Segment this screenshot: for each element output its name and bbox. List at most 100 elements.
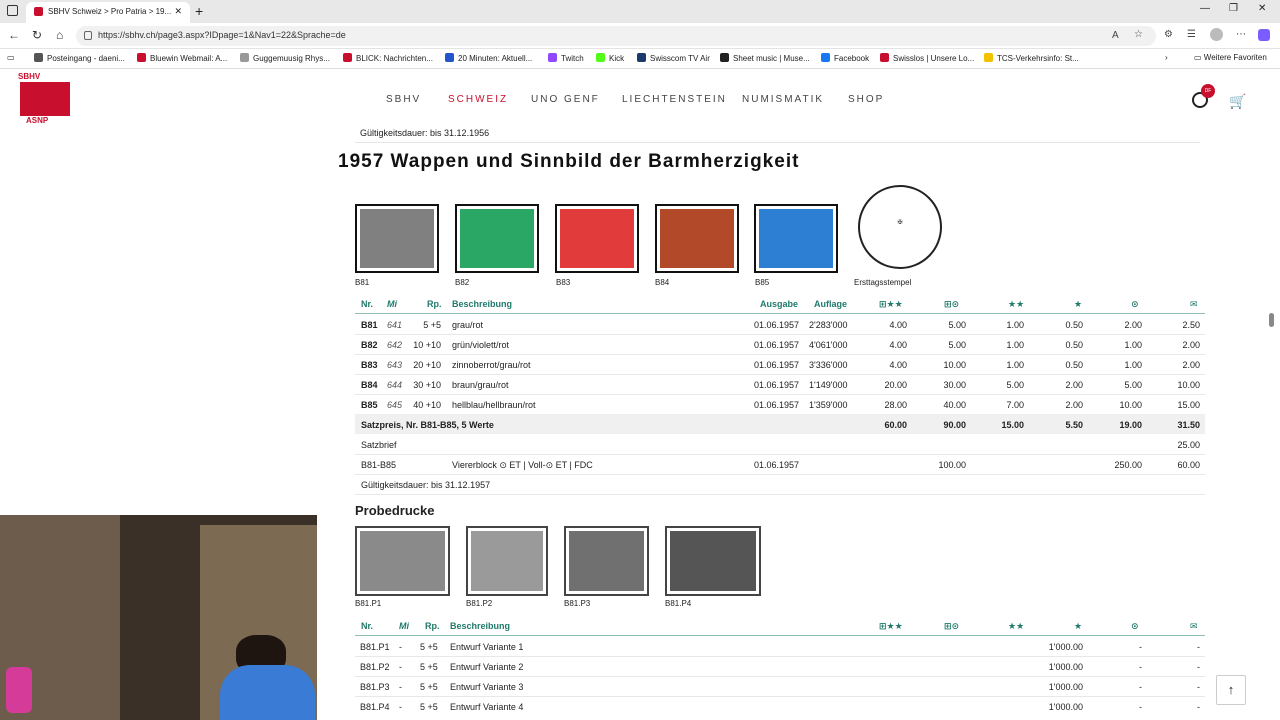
cart-icon[interactable]: 🛒 xyxy=(1229,93,1246,110)
arrow-up-icon: ↑ xyxy=(1227,682,1235,697)
cell-nr: B85 xyxy=(361,400,378,410)
cell-price: 7.00 xyxy=(1006,400,1024,410)
bookmark-10[interactable]: Swisslos | Unsere Lo... xyxy=(880,53,974,63)
nav-shop[interactable]: SHOP xyxy=(848,94,884,105)
cell-price: 2.00 xyxy=(1124,320,1142,330)
tab-actions-icon[interactable] xyxy=(7,5,18,16)
first-day-seal-image[interactable]: ✠ xyxy=(858,185,942,269)
block-price: 60.00 xyxy=(1177,460,1200,470)
cell-price: 0.50 xyxy=(1065,320,1083,330)
stamp-label: B84 xyxy=(655,278,670,287)
url-field[interactable]: https://sbhv.ch/page3.aspx?IDpage=1&Nav1… xyxy=(76,26,1156,46)
maximize-icon[interactable]: ❐ xyxy=(1229,3,1238,14)
cell-rp: 40 +10 xyxy=(413,400,441,410)
bookmark-2[interactable]: Guggemuusig Rhys... xyxy=(240,53,330,63)
sbhv-logo[interactable]: SBHV ASNP xyxy=(18,72,72,126)
minimize-icon[interactable]: — xyxy=(1200,3,1210,14)
seal-graphic: ✠ xyxy=(897,220,903,226)
cell-auflage: 2'283'000 xyxy=(809,320,848,330)
bookmark-icon xyxy=(548,53,557,62)
nav-sbhv[interactable]: SBHV xyxy=(386,94,421,105)
bookmark-4[interactable]: 20 Minuten: Aktuell... xyxy=(445,53,532,63)
col-beschreibung: Beschreibung xyxy=(452,299,513,309)
home-icon[interactable]: ⌂ xyxy=(56,28,63,42)
proof-b81-p2-image[interactable] xyxy=(466,526,548,596)
bookmark-icon xyxy=(596,53,605,62)
col-rp: Rp. xyxy=(427,299,442,309)
cell-desc: zinnoberrot/grau/rot xyxy=(452,360,531,370)
stamp-label: B82 xyxy=(455,278,470,287)
col-mint: ★★ xyxy=(1008,299,1025,309)
reload-icon[interactable]: ↻ xyxy=(32,28,42,42)
proof-design xyxy=(471,531,543,591)
other-favorites[interactable]: ▭ Weitere Favoriten xyxy=(1194,53,1267,62)
bookmark-3[interactable]: BLICK: Nachrichten... xyxy=(343,53,433,63)
cell-price: - xyxy=(1139,682,1142,692)
stamp-label: B81 xyxy=(355,278,370,287)
bookmark-5[interactable]: Twitch xyxy=(548,53,584,63)
bookmark-8[interactable]: Sheet music | Muse... xyxy=(720,53,810,63)
proof-b81-p1-image[interactable] xyxy=(355,526,450,596)
proof-b81-p4-image[interactable] xyxy=(665,526,761,596)
stamp-b84-image[interactable] xyxy=(655,204,739,273)
more-icon[interactable]: ⋯ xyxy=(1236,29,1246,40)
scroll-to-top-button[interactable]: ↑ xyxy=(1216,675,1246,705)
validity: Gültigkeitsdauer: bis 31.12.1957 xyxy=(361,480,491,490)
stamp-b83-image[interactable] xyxy=(555,204,639,273)
row-divider xyxy=(355,374,1205,375)
bookmark-9[interactable]: Facebook xyxy=(821,53,869,63)
favorite-star-icon[interactable]: ☆ xyxy=(1134,29,1143,40)
bookmarks-menu-icon[interactable]: ▭ xyxy=(7,53,15,62)
header-divider xyxy=(355,635,1205,636)
favorites-icon[interactable]: ☰ xyxy=(1187,29,1196,40)
row-divider xyxy=(355,696,1205,697)
cell-desc: Entwurf Variante 2 xyxy=(450,662,524,672)
tab-close-icon[interactable]: ✕ xyxy=(174,2,182,21)
extensions-icon[interactable]: ⚙ xyxy=(1164,29,1173,40)
cell-desc: hellblau/hellbraun/rot xyxy=(452,400,536,410)
nav-uno-genf[interactable]: UNO GENF xyxy=(531,94,600,105)
bookmarks-overflow-icon[interactable]: › xyxy=(1165,53,1168,62)
cell-rp: 10 +10 xyxy=(413,340,441,350)
cell-nr: B84 xyxy=(361,380,378,390)
bookmark-7[interactable]: Swisscom TV Air xyxy=(637,53,710,63)
logo-top-text: SBHV xyxy=(18,72,41,81)
cell-rp: 5 +5 xyxy=(423,320,441,330)
bookmark-11[interactable]: TCS-Verkehrsinfo: St... xyxy=(984,53,1079,63)
new-tab-icon[interactable]: + xyxy=(195,2,203,20)
issue-title: 1957 Wappen und Sinnbild der Barmherzigk… xyxy=(338,151,800,172)
window-close-icon[interactable]: ✕ xyxy=(1258,3,1266,14)
proof-b81-p3-image[interactable] xyxy=(564,526,649,596)
page-scrollbar[interactable] xyxy=(1269,313,1274,327)
profile-avatar[interactable] xyxy=(1210,28,1223,41)
cell-price: 10.00 xyxy=(1177,380,1200,390)
set-price-value: 90.00 xyxy=(943,420,966,430)
cell-price: 2.00 xyxy=(1065,400,1083,410)
bookmark-icon xyxy=(984,53,993,62)
col-mint: ★★ xyxy=(1008,621,1025,631)
stamp-b82-image[interactable] xyxy=(455,204,539,273)
cell-mi: - xyxy=(399,682,402,692)
stamp-design xyxy=(360,209,434,268)
bookmark-6[interactable]: Kick xyxy=(596,53,624,63)
nav-schweiz[interactable]: SCHWEIZ xyxy=(448,94,508,105)
back-icon[interactable]: ← xyxy=(8,28,20,42)
bookmark-icon xyxy=(880,53,889,62)
read-aloud-icon[interactable]: A xyxy=(1112,30,1119,41)
stamp-label: B85 xyxy=(755,278,770,287)
nav-numismatik[interactable]: NUMISMATIK xyxy=(742,94,824,105)
set-price-value: 60.00 xyxy=(884,420,907,430)
cell-nr: B81.P1 xyxy=(360,642,390,652)
stamp-b81-image[interactable] xyxy=(355,204,439,273)
cell-desc: Entwurf Variante 3 xyxy=(450,682,524,692)
cell-price: 5.00 xyxy=(948,340,966,350)
bookmark-0[interactable]: Posteingang - daeni... xyxy=(34,53,125,63)
cell-nr: B82 xyxy=(361,340,378,350)
nav-liechtenstein[interactable]: LIECHTENSTEIN xyxy=(622,94,727,105)
copilot-icon[interactable] xyxy=(1258,29,1270,41)
bookmark-1[interactable]: Bluewin Webmail: A... xyxy=(137,53,227,63)
col-mi: Mi xyxy=(387,299,397,309)
stamp-b85-image[interactable] xyxy=(754,204,838,273)
browser-tab[interactable]: SBHV Schweiz > Pro Patria > 19... ✕ xyxy=(26,2,190,23)
bookmark-icon xyxy=(445,53,454,62)
